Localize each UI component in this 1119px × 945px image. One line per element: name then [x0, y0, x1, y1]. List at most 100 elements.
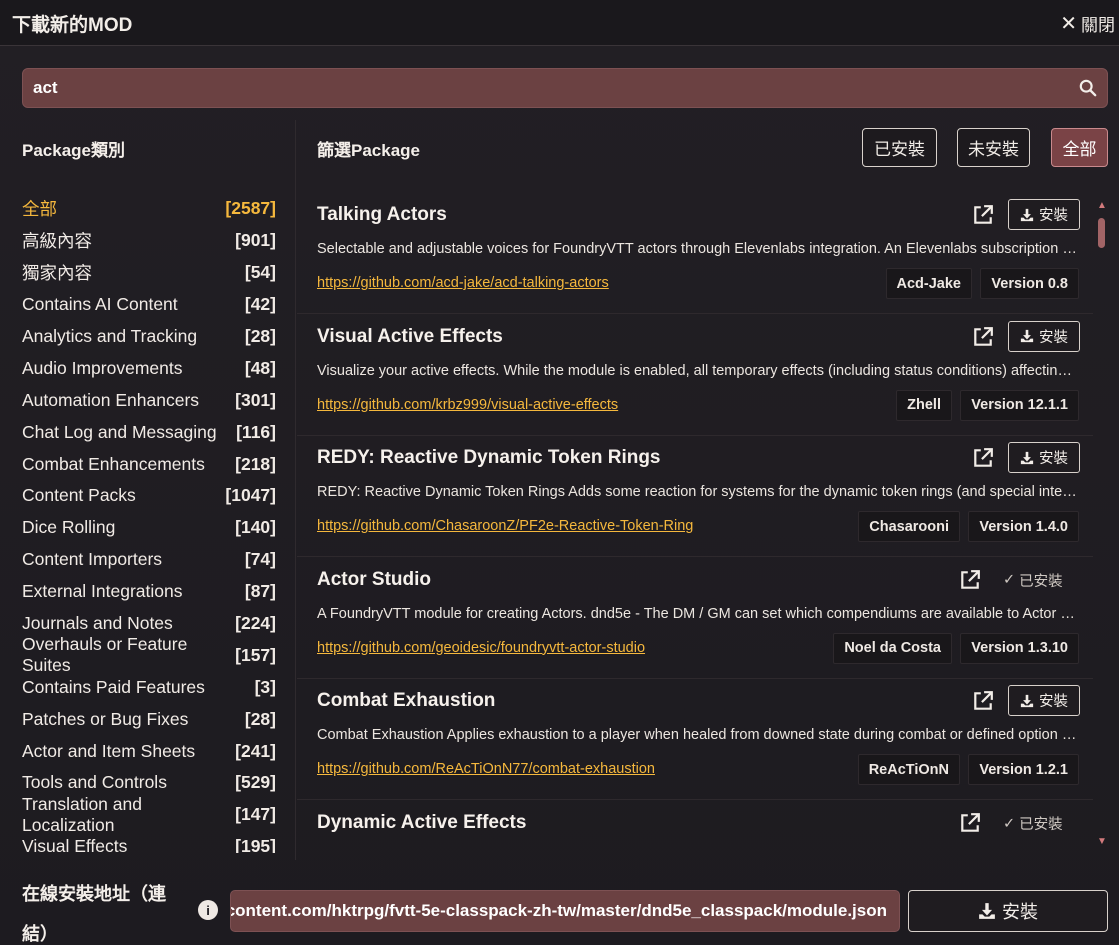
category-label: 全部	[22, 199, 57, 220]
package-description: A FoundryVTT module for creating Actors.…	[317, 605, 1079, 622]
package-item: Visual Active Effects Visualize your acti…	[297, 314, 1093, 436]
category-item[interactable]: Contains Paid Features [3]	[22, 671, 276, 703]
category-item[interactable]: Content Packs [1047]	[22, 480, 276, 512]
external-link-icon[interactable]	[972, 447, 994, 469]
version-tag: Version 1.2.1	[968, 754, 1079, 786]
package-url-link[interactable]: https://github.com/geoidesic/foundryvtt-…	[317, 640, 645, 656]
install-button[interactable]: 安裝	[1008, 320, 1080, 352]
category-item[interactable]: Actor and Item Sheets [241]	[22, 735, 276, 767]
external-link-icon[interactable]	[959, 569, 981, 591]
scroll-down-icon[interactable]: ▼	[1097, 836, 1107, 847]
category-count: [54]	[244, 262, 276, 283]
category-item[interactable]: Content Importers [74]	[22, 544, 276, 576]
category-item[interactable]: Analytics and Tracking [28]	[22, 321, 276, 353]
category-item[interactable]: 獨家內容 [54]	[22, 257, 276, 289]
category-item[interactable]: Automation Enhancers [301]	[22, 384, 276, 416]
category-count: [1047]	[225, 485, 276, 506]
close-button[interactable]: ✕ 關閉	[1060, 11, 1115, 36]
download-icon	[1020, 451, 1034, 464]
category-count: [224]	[235, 613, 276, 634]
check-icon: ✓	[1003, 815, 1016, 832]
install-button[interactable]: 安裝	[1008, 199, 1080, 230]
filter-heading: 篩選Package	[317, 141, 420, 160]
category-count: [74]	[244, 549, 276, 570]
search-input[interactable]	[33, 69, 1063, 107]
install-button[interactable]: 安裝	[1008, 442, 1080, 474]
category-item[interactable]: Combat Enhancements [218]	[22, 448, 276, 480]
category-item[interactable]: Translation and Localization [147]	[22, 794, 276, 835]
category-label: Translation and Localization	[22, 793, 142, 835]
external-link-icon[interactable]	[972, 690, 994, 712]
author-tag: Chasarooni	[858, 511, 960, 543]
package-description: Selectable and adjustable voices for Fou…	[317, 241, 1079, 257]
category-panel: Package類別 全部 [2587] 高級內容 [901] 獨家內容 [54] Conta…	[0, 120, 296, 860]
category-item[interactable]: Chat Log and Messaging [116]	[22, 416, 276, 448]
external-link-icon[interactable]	[972, 326, 994, 348]
scroll-up-icon[interactable]: ▲	[1097, 200, 1107, 211]
category-label: Audio Improvements	[22, 357, 183, 378]
package-item: Combat Exhaustion Combat Exhaustion Appli…	[297, 678, 1093, 801]
package-name: Dynamic Active Effects	[317, 812, 527, 833]
category-label: External Integrations	[22, 581, 183, 602]
check-icon: ✓	[1003, 572, 1016, 589]
package-url-link[interactable]: https://github.com/acd-jake/acd-talking-…	[317, 275, 609, 291]
installed-label: 已安裝	[1019, 573, 1063, 590]
download-mod-dialog: 下載新的MOD ✕ 關閉 Package類別 全部 [2587] 高級內容 [901]…	[0, 0, 1119, 945]
filter-not-installed-button[interactable]: 未安裝	[957, 128, 1030, 167]
package-url-link[interactable]: https://github.com/krbz999/visual-active…	[317, 397, 618, 413]
category-count: [3]	[254, 676, 276, 697]
search-bar	[22, 68, 1108, 108]
manifest-url-input[interactable]	[231, 891, 887, 931]
category-count: [147]	[235, 804, 276, 825]
category-item[interactable]: 高級內容 [901]	[22, 225, 276, 257]
category-item[interactable]: Audio Improvements [48]	[22, 352, 276, 384]
info-icon[interactable]: i	[198, 900, 218, 920]
category-label: Patches or Bug Fixes	[22, 708, 189, 729]
category-item[interactable]: Patches or Bug Fixes [28]	[22, 703, 276, 735]
category-count: [157]	[235, 644, 276, 665]
package-list: Talking Actors Selectable and adjustable …	[297, 192, 1093, 852]
dialog-title: 下載新的MOD	[12, 15, 133, 36]
category-item[interactable]: External Integrations [87]	[22, 576, 276, 608]
install-label: 安裝	[1039, 694, 1068, 711]
version-tag: Version 1.3.10	[960, 632, 1079, 664]
author-tag: Noel da Costa	[833, 632, 952, 664]
category-item[interactable]: Overhauls or Feature Suites [157]	[22, 634, 276, 675]
category-count: [901]	[235, 230, 276, 251]
manifest-install-bar: 在線安裝地址（連結） i 安裝	[0, 860, 1119, 945]
category-item[interactable]: 全部 [2587]	[22, 193, 276, 225]
package-description: Visualize your active effects. While the…	[317, 362, 1079, 379]
package-scrollbar[interactable]: ▲ ▼	[1096, 200, 1108, 850]
close-label: 關閉	[1081, 16, 1115, 35]
install-label: 安裝	[1039, 451, 1068, 468]
manifest-install-button[interactable]: 安裝	[908, 890, 1108, 932]
category-label: 高級內容	[22, 231, 92, 252]
filter-all-button[interactable]: 全部	[1051, 128, 1108, 167]
external-link-icon[interactable]	[972, 204, 994, 226]
package-name: Talking Actors	[317, 204, 447, 225]
manifest-url-label: 在線安裝地址（連結）	[22, 884, 166, 944]
filter-installed-button[interactable]: 已安裝	[862, 128, 937, 167]
category-count: [529]	[235, 772, 276, 793]
category-item[interactable]: Dice Rolling [140]	[22, 512, 276, 544]
external-link-icon[interactable]	[959, 812, 981, 834]
package-panel: 篩選Package 已安裝 未安裝 全部 Talking Actors Selec…	[297, 120, 1119, 860]
scrollbar-thumb[interactable]	[1098, 218, 1105, 248]
category-count: [2587]	[225, 198, 276, 219]
download-icon	[979, 903, 995, 919]
package-url-link[interactable]: https://github.com/ChasaroonZ/PF2e-React…	[317, 518, 693, 534]
category-item[interactable]: Contains AI Content [42]	[22, 289, 276, 321]
category-label: Journals and Notes	[22, 613, 173, 634]
package-item: Actor Studio A FoundryVTT module for crea…	[297, 557, 1093, 679]
category-label: Analytics and Tracking	[22, 326, 198, 346]
installed-status: ✓ 已安裝	[1003, 813, 1063, 834]
package-item: Talking Actors Selectable and adjustable …	[297, 192, 1093, 314]
install-button[interactable]: 安裝	[1008, 685, 1080, 717]
category-label: Combat Enhancements	[22, 453, 205, 474]
installed-label: 已安裝	[1019, 817, 1063, 833]
author-tag: Zhell	[896, 389, 952, 421]
download-icon	[1020, 329, 1034, 343]
close-icon: ✕	[1060, 12, 1077, 35]
package-url-link[interactable]: https://github.com/ReAcTiOnN77/combat-ex…	[317, 761, 655, 777]
search-icon[interactable]	[1079, 79, 1097, 97]
